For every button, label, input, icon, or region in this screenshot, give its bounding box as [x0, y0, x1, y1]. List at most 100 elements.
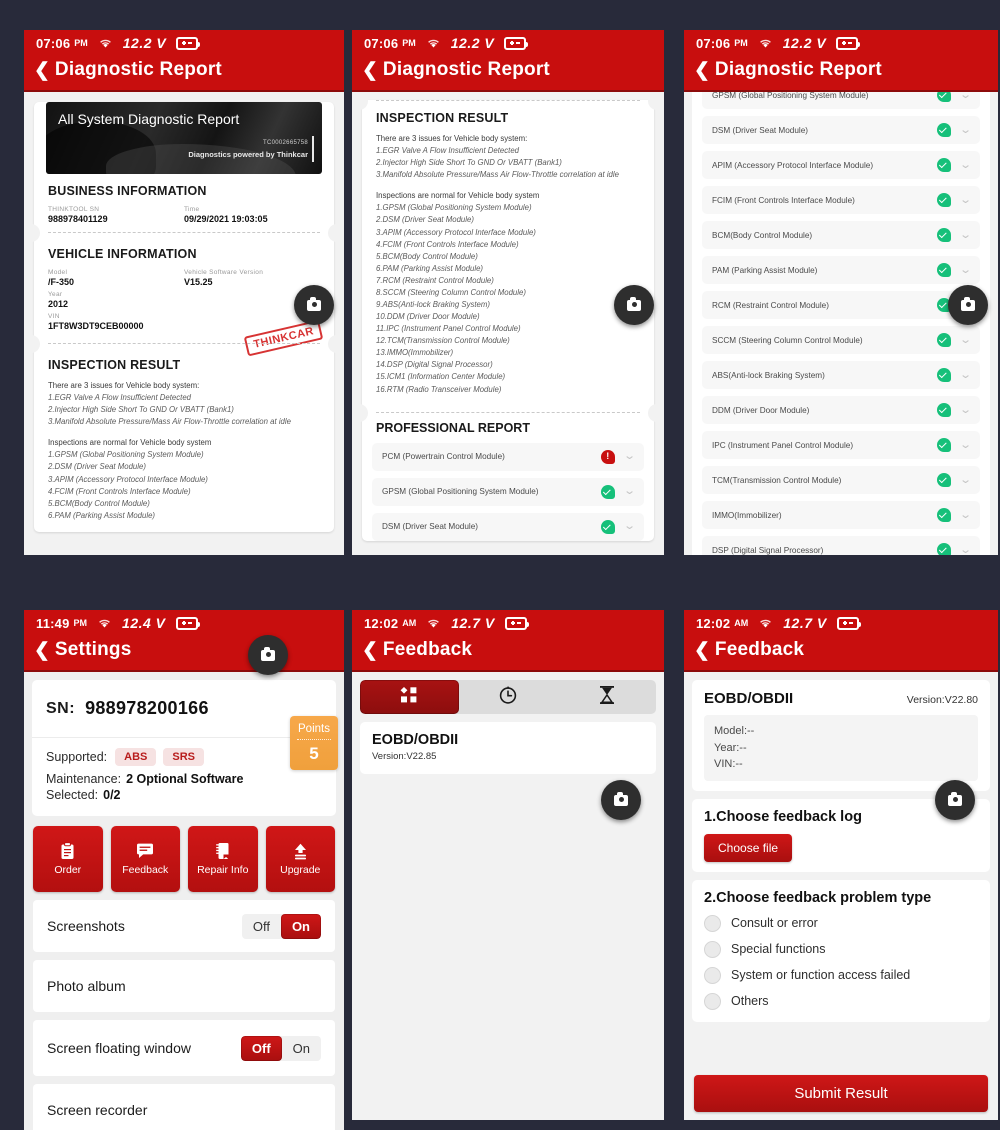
- radio-button[interactable]: [704, 940, 721, 958]
- chevron-down-icon[interactable]: ⌄: [959, 194, 972, 206]
- setting-row-photo-album[interactable]: Photo album: [33, 960, 335, 1012]
- table-row[interactable]: PAM (Parking Assist Module) ⌄: [702, 256, 980, 284]
- business-information-section: BUSINESS INFORMATION THINKTOOL SN 988978…: [24, 174, 344, 242]
- table-row[interactable]: IMMO(Immobilizer) ⌄: [702, 501, 980, 529]
- tab-diagnostic-feedback[interactable]: [360, 680, 459, 714]
- camera-button[interactable]: [948, 285, 988, 325]
- floating-window-toggle[interactable]: Off On: [240, 1035, 321, 1061]
- wifi-icon: [758, 617, 773, 629]
- repair-info-button[interactable]: Repair Info: [188, 826, 258, 892]
- camera-button[interactable]: [294, 285, 334, 325]
- chevron-down-icon[interactable]: ⌄: [959, 92, 972, 101]
- module-list-scroll[interactable]: GPSM (Global Positioning System Module) …: [684, 92, 998, 555]
- chevron-down-icon[interactable]: ⌄: [959, 544, 972, 555]
- report-scroll-area[interactable]: All System Diagnostic Report TC000266575…: [24, 92, 344, 555]
- chevron-down-icon[interactable]: ⌄: [959, 439, 972, 451]
- setting-row-screen-floating-window[interactable]: Screen floating window Off On: [33, 1020, 335, 1076]
- table-row[interactable]: SCCM (Steering Column Control Module) ⌄: [702, 326, 980, 354]
- status-bar: 12:02 AM 12.7 V: [352, 610, 664, 636]
- table-row[interactable]: APIM (Accessory Protocol Interface Modul…: [702, 151, 980, 179]
- option-consult-or-error[interactable]: Consult or error: [704, 914, 978, 932]
- choose-file-button[interactable]: Choose file: [704, 833, 793, 862]
- chevron-down-icon[interactable]: ⌄: [959, 474, 972, 486]
- chevron-down-icon[interactable]: ⌄: [959, 264, 972, 276]
- sn-value: 988978401129: [48, 214, 108, 224]
- report-scroll-area[interactable]: INSPECTION RESULT There are 3 issues for…: [352, 92, 664, 555]
- tab-pending[interactable]: [557, 680, 656, 714]
- professional-report-heading: PROFESSIONAL REPORT: [376, 420, 530, 435]
- chevron-down-icon[interactable]: ⌄: [623, 521, 636, 532]
- points-badge[interactable]: Points 5: [290, 716, 338, 770]
- table-row[interactable]: BCM(Body Control Module) ⌄: [702, 221, 980, 249]
- toggle-off-option[interactable]: Off: [242, 914, 281, 939]
- toggle-on-option[interactable]: On: [280, 913, 321, 939]
- camera-icon: [948, 791, 962, 806]
- report-hero-title: All System Diagnostic Report: [58, 111, 240, 127]
- back-button[interactable]: ❮: [34, 641, 50, 660]
- table-row[interactable]: DDM (Driver Door Module) ⌄: [702, 396, 980, 424]
- camera-button[interactable]: [614, 285, 654, 325]
- upgrade-button[interactable]: Upgrade: [265, 826, 335, 892]
- chevron-down-icon[interactable]: ⌄: [959, 159, 972, 171]
- feedback-vehicle-item[interactable]: EOBD/OBDII Version:V22.85: [360, 722, 656, 774]
- back-button[interactable]: ❮: [362, 61, 378, 80]
- chevron-down-icon[interactable]: ⌄: [959, 229, 972, 241]
- setting-row-screenshots[interactable]: Screenshots Off On: [33, 900, 335, 952]
- normal-item: 10.DDM (Driver Door Module): [376, 312, 480, 322]
- battery-icon: [504, 616, 529, 630]
- normal-item: 8.SCCM (Steering Column Control Module): [376, 287, 526, 297]
- chevron-down-icon[interactable]: ⌄: [959, 369, 972, 381]
- vehicle-name: EOBD/OBDII: [372, 732, 459, 748]
- chevron-down-icon[interactable]: ⌄: [959, 509, 972, 521]
- camera-button[interactable]: [601, 780, 641, 820]
- table-row[interactable]: PCM (Powertrain Control Module) ⌄: [372, 442, 644, 471]
- table-row[interactable]: RCM (Restraint Control Module) ⌄: [702, 291, 980, 319]
- normal-item: 14.DSP (Digital Signal Processor): [376, 360, 493, 370]
- radio-button[interactable]: [704, 992, 721, 1010]
- order-button[interactable]: Order: [33, 826, 103, 892]
- table-row[interactable]: DSM (Driver Seat Module) ⌄: [702, 116, 980, 144]
- ok-status-icon: [936, 438, 951, 452]
- status-bar: 07:06 PM 12.2 V: [24, 30, 344, 56]
- toggle-on-option[interactable]: On: [282, 1036, 321, 1061]
- panel-settings: 11:49 PM 12.4 V ❮ Settings Points 5 SN: …: [24, 610, 344, 1130]
- camera-button[interactable]: [248, 635, 288, 675]
- chevron-down-icon[interactable]: ⌄: [959, 334, 972, 346]
- setting-row-screen-recorder[interactable]: Screen recorder: [33, 1084, 335, 1130]
- chevron-down-icon[interactable]: ⌄: [623, 451, 636, 462]
- back-button[interactable]: ❮: [362, 641, 378, 660]
- table-row[interactable]: IPC (Instrument Panel Control Module) ⌄: [702, 431, 980, 459]
- chevron-down-icon[interactable]: ⌄: [959, 404, 972, 416]
- error-status-icon: [600, 449, 615, 464]
- chevron-down-icon[interactable]: ⌄: [959, 124, 972, 136]
- clock-icon: [498, 685, 518, 710]
- quick-action-buttons: Order Feedback Repair Info Upgrade: [24, 816, 344, 900]
- table-row[interactable]: DSM (Driver Seat Module) ⌄: [372, 512, 644, 541]
- feedback-button[interactable]: Feedback: [110, 826, 180, 892]
- back-button[interactable]: ❮: [34, 61, 50, 80]
- back-button[interactable]: ❮: [694, 61, 710, 80]
- toggle-off-option[interactable]: Off: [240, 1035, 282, 1061]
- table-row[interactable]: GPSM (Global Positioning System Module) …: [702, 92, 980, 109]
- screenshots-toggle[interactable]: Off On: [241, 913, 321, 939]
- radio-button[interactable]: [704, 966, 721, 984]
- submit-result-button[interactable]: Submit Result: [694, 1075, 988, 1112]
- option-others[interactable]: Others: [704, 992, 978, 1010]
- points-value: 5: [309, 743, 319, 763]
- table-row[interactable]: ABS(Anti-lock Braking System) ⌄: [702, 361, 980, 389]
- panel-feedback-form: 12:02 AM 12.7 V ❮ Feedback EOBD/OBDII Ve…: [684, 610, 998, 1120]
- camera-button[interactable]: [935, 780, 975, 820]
- tab-history[interactable]: [459, 680, 558, 714]
- radio-button[interactable]: [704, 914, 721, 932]
- chat-icon: [136, 841, 154, 861]
- table-row[interactable]: GPSM (Global Positioning System Module) …: [372, 477, 644, 506]
- table-row[interactable]: TCM(Transmission Control Module) ⌄: [702, 466, 980, 494]
- option-system-or-function-access-failed[interactable]: System or function access failed: [704, 966, 978, 984]
- chevron-down-icon[interactable]: ⌄: [623, 486, 636, 497]
- option-special-functions[interactable]: Special functions: [704, 940, 978, 958]
- back-button[interactable]: ❮: [694, 641, 710, 660]
- normal-item: 2.DSM (Driver Seat Module): [376, 215, 474, 225]
- table-row[interactable]: DSP (Digital Signal Processor) ⌄: [702, 536, 980, 555]
- table-row[interactable]: FCIM (Front Controls Interface Module) ⌄: [702, 186, 980, 214]
- module-name: ABS(Anti-lock Braking System): [712, 370, 825, 380]
